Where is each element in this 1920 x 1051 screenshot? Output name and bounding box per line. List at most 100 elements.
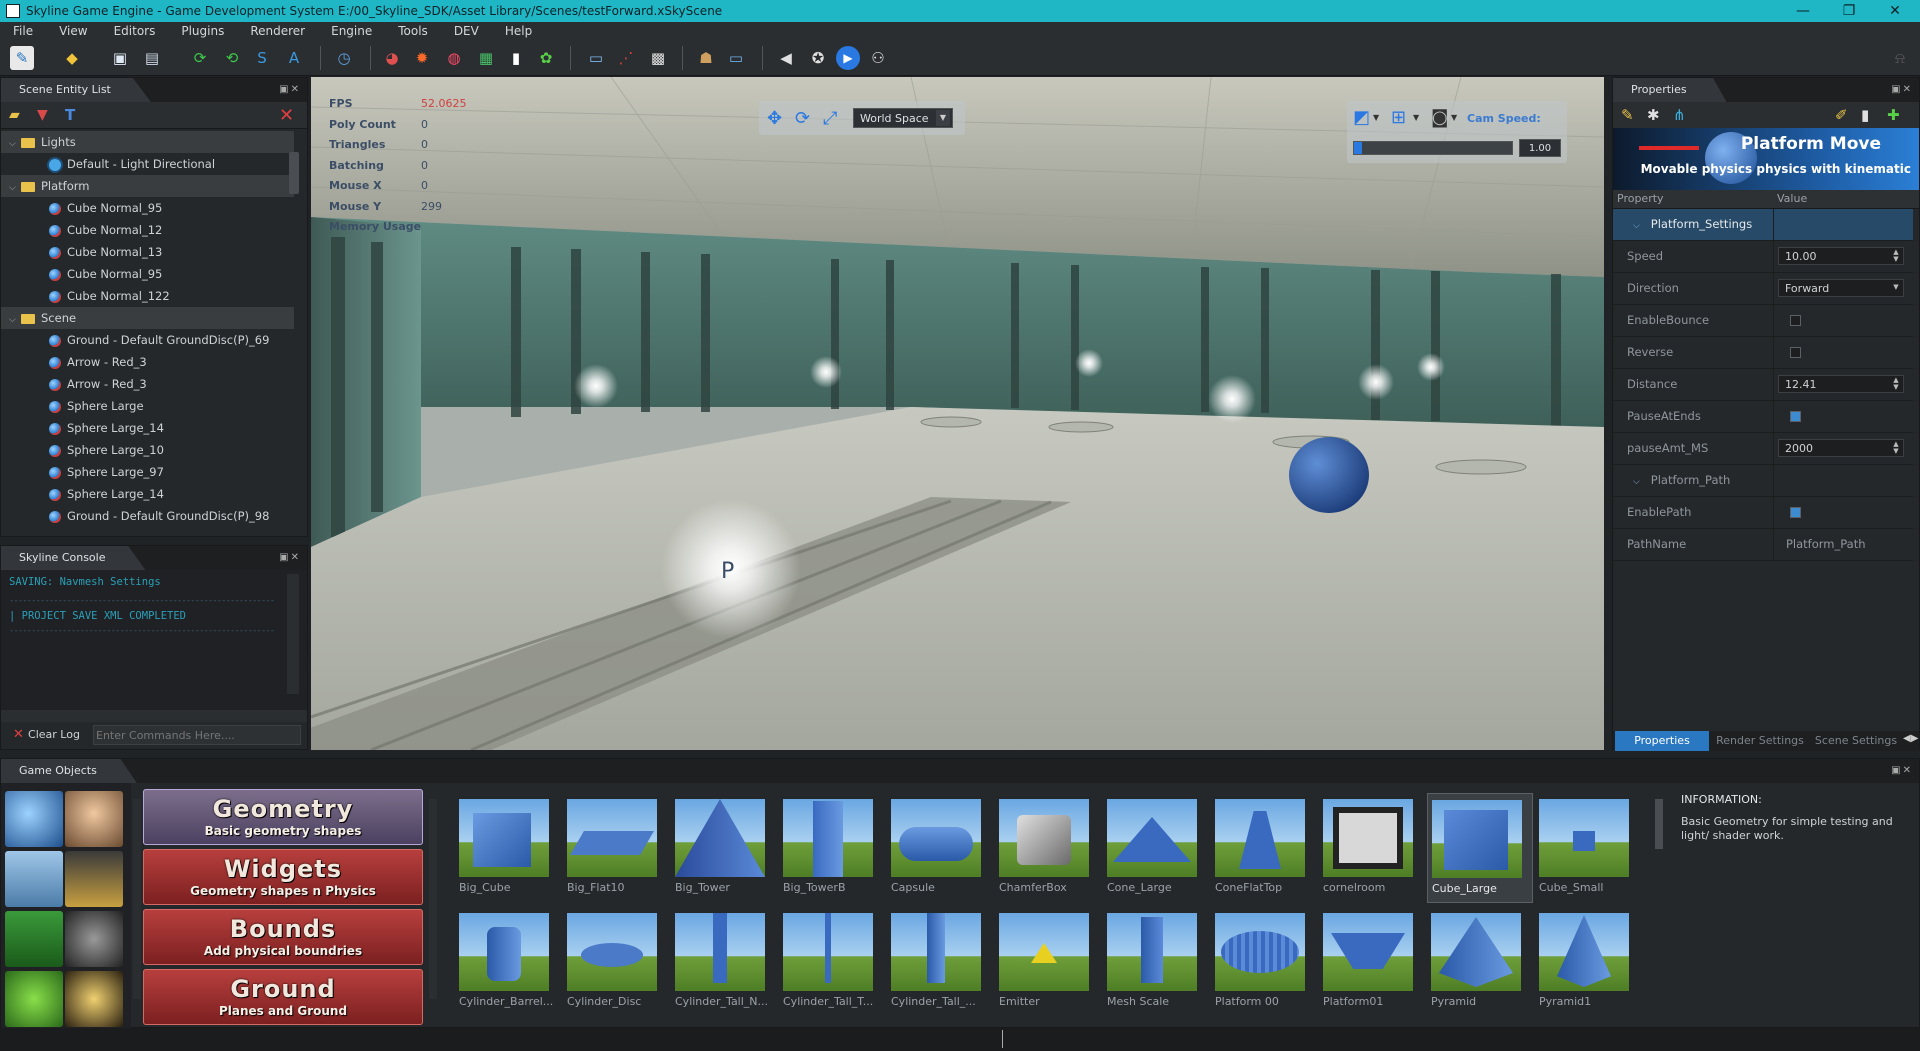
game-objects-panel-controls[interactable]: ▣✕ — [1891, 765, 1913, 776]
property-spinbox[interactable]: 2000 ▲ ▼ — [1778, 439, 1904, 457]
spin-arrows-icon[interactable]: ▲ ▼ — [1891, 441, 1901, 455]
users-icon[interactable]: ☗ — [694, 46, 718, 70]
play-icon[interactable]: ▶ — [836, 46, 860, 70]
layers-icon[interactable]: ▦ — [474, 46, 498, 70]
character-head-icon[interactable] — [65, 791, 123, 847]
open-icon[interactable]: ◆ — [60, 46, 84, 70]
console-panel-controls[interactable]: ▣✕ — [279, 552, 301, 563]
panel-controls[interactable]: ▣✕ — [279, 84, 301, 95]
chevron-down-icon[interactable]: ▼ — [1451, 113, 1457, 122]
asset-item[interactable]: cornelroom — [1319, 793, 1423, 901]
tree-item[interactable]: Cube Normal_12 — [1, 219, 162, 241]
chevron-down-icon[interactable]: ▼ — [1413, 113, 1419, 122]
menu-file[interactable]: File — [0, 24, 46, 38]
asset-item[interactable]: Capsule — [887, 793, 991, 901]
save-icon[interactable]: ▣ — [108, 46, 132, 70]
asset-item[interactable]: Emitter — [995, 907, 1099, 1015]
asset-item[interactable]: Platform01 — [1319, 907, 1423, 1015]
text-icon[interactable]: T — [65, 106, 75, 124]
tree-icon[interactable] — [5, 971, 63, 1027]
asset-item[interactable]: Pyramid — [1427, 907, 1531, 1015]
cam-speed-value[interactable]: 1.00 — [1519, 139, 1561, 157]
pencil-icon[interactable]: ✎ — [1621, 106, 1634, 124]
clear-list-icon[interactable]: ✕ — [279, 105, 294, 126]
audio-icon[interactable]: ◀ — [774, 46, 798, 70]
material-icon[interactable]: ◕ — [380, 46, 404, 70]
asset-item[interactable]: Cylinder_Disc — [563, 907, 667, 1015]
add-folder-icon[interactable]: ▰ — [9, 107, 20, 123]
terrain-icon[interactable]: ✿ — [534, 46, 558, 70]
spin-arrows-icon[interactable]: ▲ ▼ — [1891, 377, 1901, 391]
image-icon[interactable]: ▭ — [584, 46, 608, 70]
asset-item[interactable]: Big_TowerB — [779, 793, 883, 901]
coordinate-space-select[interactable]: World Space ▼ — [853, 108, 953, 128]
new-scene-icon[interactable]: ✎ — [10, 46, 34, 70]
geometry-globe-icon[interactable] — [5, 791, 63, 847]
reload-assets-icon[interactable]: A — [282, 46, 306, 70]
tab-scroll-icon[interactable]: ◀▶ — [1903, 733, 1918, 744]
tree-item[interactable]: Sphere Large_10 — [1, 439, 164, 461]
property-value[interactable]: Platform_Path — [1786, 529, 1866, 560]
category-ground[interactable]: Ground Planes and Ground — [143, 969, 423, 1025]
property-checkbox[interactable] — [1790, 411, 1801, 422]
tree-item[interactable]: Sphere Large_97 — [1, 461, 164, 483]
edit-script-icon[interactable]: ✐ — [1835, 106, 1848, 124]
asset-item[interactable]: ConeFlatTop — [1211, 793, 1315, 901]
asset-item[interactable]: Cube_Large — [1427, 793, 1533, 903]
asset-item[interactable]: Big_Cube — [455, 793, 559, 901]
tree-item[interactable]: Arrow - Red_3 — [1, 373, 147, 395]
gamepad-icon[interactable]: ⚇ — [866, 46, 890, 70]
monitor-icon[interactable]: ▭ — [724, 46, 748, 70]
properties-panel-controls[interactable]: ▣✕ — [1891, 84, 1913, 95]
camera-view-icon[interactable]: ◩ — [1353, 107, 1370, 128]
scene-viewport[interactable]: P FPS 52.0625 Poly Count 0 Triangles 0 Batchin… — [311, 77, 1604, 750]
property-spinbox[interactable]: 12.41 ▲ ▼ — [1778, 375, 1904, 393]
tab-scene-settings[interactable]: Scene Settings — [1809, 731, 1903, 751]
category-scrollbar[interactable] — [133, 799, 141, 999]
particle-burst-icon[interactable] — [65, 971, 123, 1027]
save-as-icon[interactable]: ▤ — [140, 46, 164, 70]
console-scrollbar[interactable] — [287, 574, 299, 694]
grid-snap-icon[interactable]: ⊞ — [1391, 107, 1406, 128]
asset-item[interactable]: Platform 00 — [1211, 907, 1315, 1015]
physics-icon[interactable] — [65, 911, 123, 967]
tab-properties[interactable]: Properties — [1615, 731, 1709, 751]
category-list-scrollbar[interactable] — [429, 799, 437, 999]
property-checkbox[interactable] — [1790, 507, 1801, 518]
asset-item[interactable]: Mesh Scale — [1103, 907, 1207, 1015]
buildings-icon[interactable] — [5, 851, 63, 907]
menu-editors[interactable]: Editors — [101, 24, 169, 38]
refresh-icon[interactable]: ⟳ — [188, 46, 212, 70]
cam-speed-slider[interactable] — [1353, 141, 1513, 155]
tree-item[interactable]: Ground - Default GroundDisc(P)_69 — [1, 329, 269, 351]
character-icon[interactable] — [5, 911, 63, 967]
tab-render-settings[interactable]: Render Settings — [1713, 731, 1807, 751]
light-marker-icon[interactable]: P — [721, 559, 734, 584]
script-icon[interactable]: ▮ — [504, 46, 528, 70]
hierarchy-icon[interactable]: ⋔ — [1673, 106, 1686, 124]
tree-item[interactable]: Cube Normal_95 — [1, 197, 162, 219]
asset-item[interactable]: Cylinder_Barrel... — [455, 907, 559, 1015]
reload-entities-icon[interactable]: ⟲ — [220, 46, 244, 70]
category-geometry[interactable]: Geometry Basic geometry shapes — [143, 789, 423, 845]
asset-item[interactable]: Cylinder_Tall_N... — [671, 907, 775, 1015]
asset-item[interactable]: Cone_Large — [1103, 793, 1207, 901]
asset-item[interactable]: ChamferBox — [995, 793, 1099, 901]
path-icon[interactable]: ⋰ — [614, 46, 638, 70]
asset-grid-scrollbar[interactable] — [1655, 799, 1663, 849]
property-checkbox[interactable] — [1790, 347, 1801, 358]
tree-item[interactable]: Cube Normal_13 — [1, 241, 162, 263]
tree-item[interactable]: Ground - Default GroundDisc(P)_98 — [1, 505, 269, 527]
rotate-gizmo-icon[interactable]: ⟳ — [795, 108, 810, 129]
tree-item[interactable]: Sphere Large_14 — [1, 417, 164, 439]
asset-item[interactable]: Cylinder_Tall_... — [887, 907, 991, 1015]
property-dropdown[interactable]: Forward ▼ — [1778, 279, 1904, 297]
tree-item[interactable]: Sphere Large_14 — [1, 483, 164, 505]
category-widgets[interactable]: Widgets Geometry shapes n Physics — [143, 849, 423, 905]
tree-item[interactable]: Cube Normal_122 — [1, 285, 170, 307]
camera-icon[interactable]: ◙ — [1431, 107, 1448, 128]
asset-item[interactable]: Cylinder_Tall_T... — [779, 907, 883, 1015]
tree-item[interactable]: Default - Light Directional — [1, 153, 215, 175]
menu-renderer[interactable]: Renderer — [237, 24, 318, 38]
bell-icon[interactable]: ⍾ — [1888, 46, 1912, 70]
